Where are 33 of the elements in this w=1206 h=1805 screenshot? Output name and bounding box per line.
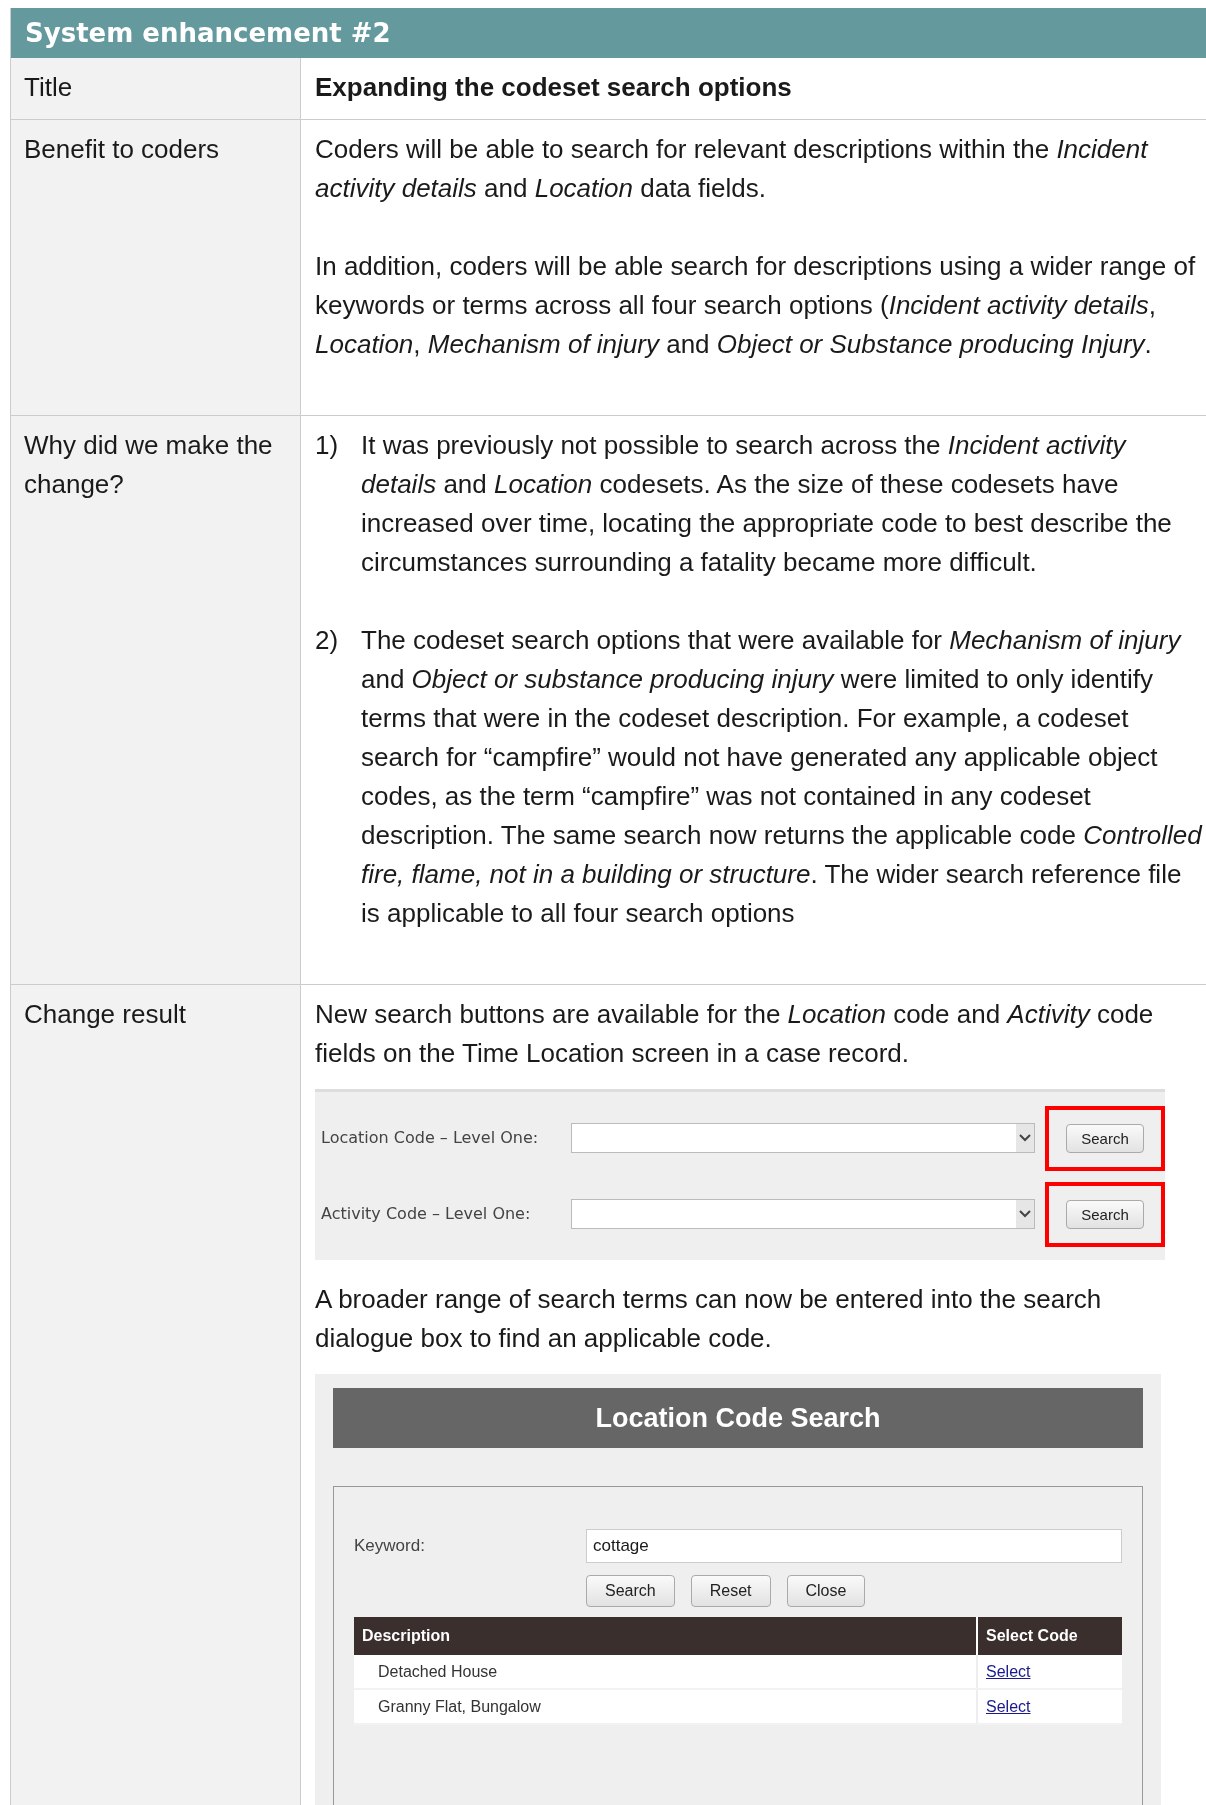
paragraph: New search buttons are available for the Location code and Activity code fields on the Time Location screen in a case record. xyxy=(315,998,1155,1070)
paragraph: It was previously not possible to search across the Incident activity details and Location codesets. As the size of these codesets have increased over time, locating the appropriate code to best describe the circumstances surrounding a fatality became more difficult. xyxy=(361,429,1173,579)
paragraph: The codeset search options that were available for Mechanism of injury and Object or substance producing injury were limited to only identify terms that were in the codeset description. For example, a codeset search for “campfire” would not have generated any applicable object codes, as the term “campfire” was not contained in any codeset description. The same search now returns the applicable code Controlled fire, flame, not in a building or structure. The wider search reference file is applicable to all four search options xyxy=(361,624,1204,930)
dialog-button[interactable]: Search xyxy=(586,1575,675,1607)
list-number: 1) xyxy=(315,429,340,462)
paragraph: In addition, coders will be able search for descriptions using a wider range of keywords or terms across all four search options (Incident activity details, Location, Mechanism of injury and Object or Substance producing Injury. xyxy=(315,250,1197,361)
keyword-field[interactable]: cottage xyxy=(586,1529,1122,1563)
search-button[interactable]: Search xyxy=(1066,1199,1144,1229)
dialog-button[interactable]: Reset xyxy=(690,1575,771,1607)
caret-icon xyxy=(1016,1124,1034,1152)
row-label: Benefit to coders xyxy=(11,120,301,415)
row-label: Why did we make the change? xyxy=(11,416,301,984)
paragraph: Coders will be able to search for relevant descriptions within the Incident activity details and Location data fields. xyxy=(315,133,1150,205)
search-button[interactable]: Search xyxy=(1066,1123,1144,1153)
list-number: 2) xyxy=(315,624,340,657)
dropdown-field[interactable] xyxy=(571,1199,1035,1229)
select-link[interactable]: Select xyxy=(986,1698,1031,1715)
row-label: Title xyxy=(11,58,301,119)
dialog-button[interactable]: Close xyxy=(786,1575,866,1607)
field-label: Activity Code – Level One: xyxy=(320,1204,532,1224)
dropdown-field[interactable] xyxy=(571,1123,1035,1153)
title-text: Expanding the codeset search options xyxy=(315,71,793,104)
paragraph: A broader range of search terms can now be entered into the search dialogue box to find an applicable code. xyxy=(315,1283,1103,1355)
field-label: Keyword: xyxy=(354,1535,426,1557)
row-label: Change result xyxy=(11,985,301,1805)
caret-icon xyxy=(1016,1200,1034,1228)
dialog-title: Location Code Search xyxy=(333,1388,1143,1448)
column-header: Description xyxy=(361,1626,451,1646)
table-cell-text: Detached House xyxy=(377,1662,499,1682)
field-label: Location Code – Level One: xyxy=(320,1128,540,1148)
table-header: System enhancement #2 xyxy=(11,8,1206,58)
select-link[interactable]: Select xyxy=(986,1663,1031,1680)
table-cell-text: Granny Flat, Bungalow xyxy=(377,1697,542,1717)
